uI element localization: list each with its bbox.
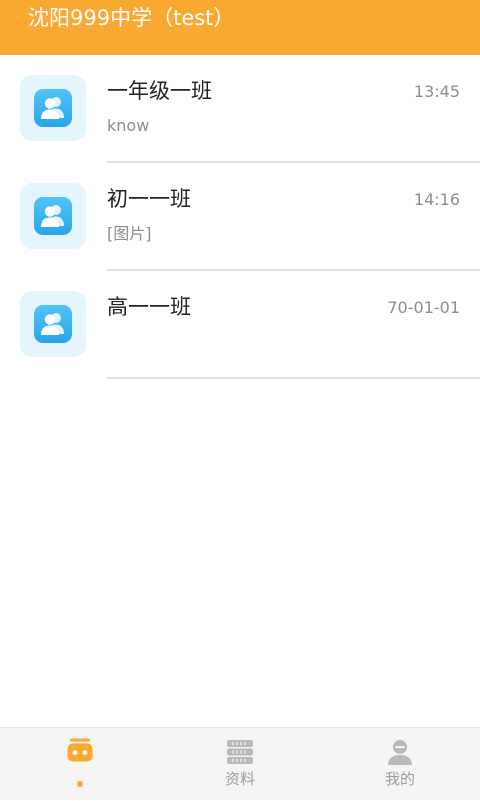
page-title: 沈阳999中学（test） xyxy=(28,6,235,30)
avatar xyxy=(20,291,86,357)
group-icon xyxy=(34,89,72,127)
conversation-row[interactable]: 高一一班 70-01-01 xyxy=(0,271,480,379)
tab-messages[interactable] xyxy=(0,728,160,801)
tab-profile[interactable]: 我的 xyxy=(320,728,480,801)
divider xyxy=(107,377,480,379)
conversation-row[interactable]: 初一一班 14:16 [图片] xyxy=(0,163,480,271)
conversation-time: 14:16 xyxy=(413,190,460,209)
tab-label: 资料 xyxy=(224,770,255,788)
avatar xyxy=(20,75,86,141)
files-icon xyxy=(226,738,254,766)
bottom-tab-bar: 资料 我的 xyxy=(0,727,480,800)
conversation-time: 70-01-01 xyxy=(387,298,460,317)
avatar xyxy=(20,183,86,249)
app-header: 沈阳999中学（test） xyxy=(0,0,480,55)
conversation-list: 一年级一班 13:45 know 初一一班 14:16 [图片] 高一一班 70… xyxy=(0,55,480,379)
conversation-title: 一年级一班 xyxy=(107,79,212,103)
tab-label: 我的 xyxy=(384,770,415,788)
active-tab-indicator xyxy=(77,781,83,787)
conversation-title: 高一一班 xyxy=(107,295,191,319)
conversation-title: 初一一班 xyxy=(107,187,191,211)
conversation-last-message: [图片] xyxy=(107,224,152,243)
tab-files[interactable]: 资料 xyxy=(160,728,320,801)
conversation-last-message: know xyxy=(107,116,150,135)
profile-icon xyxy=(386,738,414,766)
chat-icon xyxy=(66,738,94,766)
group-icon xyxy=(34,197,72,235)
group-icon xyxy=(34,305,72,343)
conversation-row[interactable]: 一年级一班 13:45 know xyxy=(0,55,480,163)
conversation-time: 13:45 xyxy=(413,82,460,101)
